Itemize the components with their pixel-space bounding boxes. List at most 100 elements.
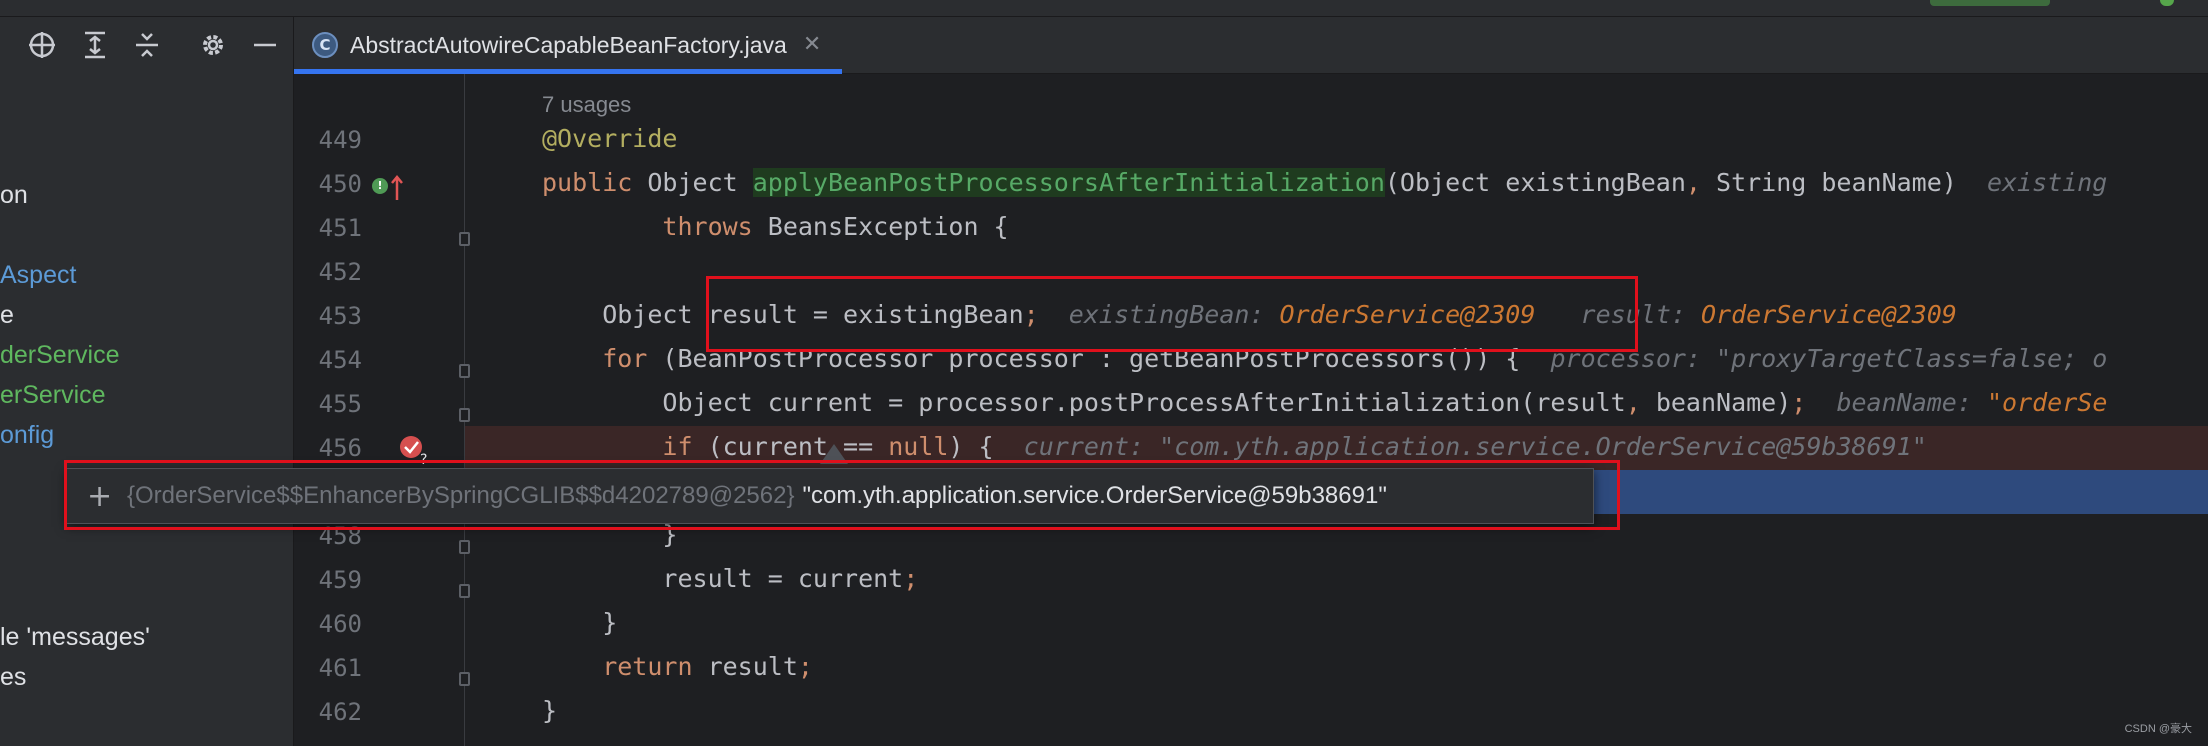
code-line[interactable]: 462}: [294, 690, 2208, 734]
code-token: (current ==: [707, 432, 889, 461]
code-line[interactable]: 449 @Override: [294, 118, 2208, 162]
code-token: @Override: [542, 124, 678, 153]
code-line[interactable]: 451 throws BeansException {: [294, 206, 2208, 250]
tree-item[interactable]: Aspect: [0, 261, 76, 290]
code-token: for: [542, 344, 663, 373]
editor-tab-bar: C AbstractAutowireCapableBeanFactory.jav…: [294, 17, 2208, 74]
fold-marker[interactable]: [459, 540, 470, 554]
code-token: current: "com.yth.application.service.Or…: [993, 432, 1927, 461]
tree-item-label: le 'messages': [0, 623, 150, 651]
tree-item-label: erService: [0, 381, 106, 409]
code-token: OrderService@2309: [1700, 300, 1957, 329]
code-token: return: [542, 652, 708, 681]
status-indicator: [2160, 0, 2174, 6]
locate-icon[interactable]: [26, 29, 58, 61]
code-text: }: [542, 696, 557, 725]
fold-marker[interactable]: [459, 408, 470, 422]
highlight-box-result: [706, 276, 1638, 352]
tree-item[interactable]: derService: [0, 341, 120, 370]
tab-abstract-autowire[interactable]: C AbstractAutowireCapableBeanFactory.jav…: [294, 17, 842, 74]
code-text: Object current = processor.postProcessAf…: [542, 388, 2107, 417]
code-token: result: [707, 652, 798, 681]
tree-item-label: on: [0, 181, 28, 209]
tree-item[interactable]: on: [0, 181, 28, 210]
fold-marker[interactable]: [459, 584, 470, 598]
code-token: Object: [647, 168, 753, 197]
code-line[interactable]: 455 Object current = processor.postProce…: [294, 382, 2208, 426]
project-sidebar: on Aspect e derService erService onfig l…: [0, 17, 294, 746]
code-token: result = current: [542, 564, 904, 593]
line-number[interactable]: 455: [294, 390, 362, 418]
code-token: existing: [1956, 168, 2108, 197]
code-token: beanName:: [1806, 388, 1987, 417]
code-text: public Object applyBeanPostProcessorsAft…: [542, 168, 2107, 197]
code-line[interactable]: 450 public Object applyBeanPostProcessors…: [294, 162, 2208, 206]
code-token: String beanName): [1716, 168, 1957, 197]
watermark: CSDN @豪大: [2124, 723, 2192, 735]
collapse-all-icon[interactable]: [131, 29, 163, 61]
run-widget[interactable]: [1930, 0, 2050, 6]
code-text: return result;: [542, 652, 813, 681]
title-bar: [0, 0, 2208, 17]
code-text: throws BeansException {: [542, 212, 1009, 241]
tree-item[interactable]: es: [0, 663, 26, 692]
tree-item-label: e: [0, 301, 14, 329]
close-icon[interactable]: ✕: [803, 34, 821, 56]
fold-marker[interactable]: [459, 232, 470, 246]
line-number[interactable]: 456: [294, 434, 362, 462]
code-token: throws: [542, 212, 768, 241]
line-number[interactable]: 460: [294, 610, 362, 638]
code-token: if: [542, 432, 708, 461]
java-class-icon: C: [312, 32, 338, 58]
line-number[interactable]: 454: [294, 346, 362, 374]
code-text: if (current == null) { current: "com.yth…: [542, 432, 1927, 461]
code-text: @Override: [542, 124, 677, 153]
line-number[interactable]: 449: [294, 126, 362, 154]
code-token: Object current = processor.postProcessAf…: [542, 388, 1626, 417]
code-token: ;: [797, 652, 813, 681]
tree-item[interactable]: erService: [0, 381, 106, 410]
gear-icon[interactable]: [197, 29, 229, 61]
code-text: result = current;: [542, 564, 918, 593]
tree-item-label: es: [0, 663, 27, 691]
tab-label: AbstractAutowireCapableBeanFactory.java: [350, 31, 787, 58]
line-number[interactable]: 461: [294, 654, 362, 682]
implements-icon[interactable]: !: [372, 178, 388, 194]
fold-marker[interactable]: [459, 364, 470, 378]
line-number[interactable]: 459: [294, 566, 362, 594]
highlight-box-popup: [64, 460, 1620, 530]
code-token: null: [888, 432, 949, 461]
minimize-icon[interactable]: [249, 29, 281, 61]
code-token: beanName): [1655, 388, 1792, 417]
overrides-arrow-icon[interactable]: [390, 174, 404, 204]
code-line[interactable]: 461 return result;: [294, 646, 2208, 690]
code-token: ;: [903, 564, 919, 593]
class-icon-letter: C: [319, 36, 331, 54]
code-token: "orderSe: [1986, 388, 2108, 417]
line-number[interactable]: 451: [294, 214, 362, 242]
code-token: }: [542, 696, 558, 725]
usages-hint[interactable]: 7 usages: [542, 92, 631, 118]
tree-item-label: derService: [0, 341, 120, 369]
line-number[interactable]: 453: [294, 302, 362, 330]
code-token: }: [542, 608, 618, 637]
line-number[interactable]: 462: [294, 698, 362, 726]
code-line[interactable]: 460 }: [294, 602, 2208, 646]
code-token: applyBeanPostProcessorsAfterInitializati…: [752, 168, 1385, 197]
tree-item[interactable]: e: [0, 301, 14, 330]
code-token: (Object existingBean: [1384, 168, 1686, 197]
code-token: BeansException {: [767, 212, 1009, 241]
line-number[interactable]: 450: [294, 170, 362, 198]
tree-item[interactable]: onfig: [0, 421, 54, 450]
code-line[interactable]: 459 result = current;: [294, 558, 2208, 602]
code-editor[interactable]: 7 usages 449 @Override 450 public Object ap…: [294, 74, 2208, 746]
sidebar-toolbar: [0, 17, 293, 73]
expand-all-icon[interactable]: [79, 29, 111, 61]
line-number[interactable]: 452: [294, 258, 362, 286]
tree-item[interactable]: le 'messages': [0, 623, 150, 652]
code-token: public: [542, 168, 648, 197]
code-token: ) {: [948, 432, 994, 461]
fold-marker[interactable]: [459, 672, 470, 686]
code-token: ;: [1791, 388, 1807, 417]
code-token: ,: [1625, 388, 1656, 417]
